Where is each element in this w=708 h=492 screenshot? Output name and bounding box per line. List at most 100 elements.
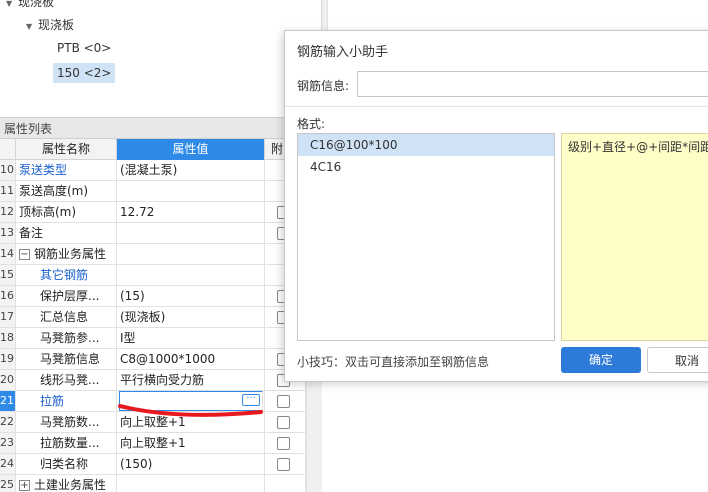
table-row[interactable]: 10 泵送类型 (混凝土泵) bbox=[0, 160, 306, 181]
property-name-text: 钢筋业务属性 bbox=[34, 247, 107, 261]
property-name: 归类名称 bbox=[16, 454, 117, 474]
property-value[interactable]: 向上取整+1 bbox=[117, 412, 265, 432]
expand-arrow-icon[interactable]: ▼ bbox=[26, 17, 38, 37]
property-value[interactable]: 平行横向受力筋 bbox=[117, 370, 265, 390]
property-name: 泵送类型 bbox=[16, 160, 117, 180]
table-row[interactable]: 11 泵送高度(m) bbox=[0, 181, 306, 202]
expand-icon[interactable]: + bbox=[19, 480, 30, 491]
table-row[interactable]: 15 其它钢筋 bbox=[0, 265, 306, 286]
attach-cell bbox=[265, 412, 306, 432]
row-number: 18 bbox=[0, 328, 16, 348]
header-num bbox=[0, 139, 16, 160]
property-value[interactable]: 向上取整+1 bbox=[117, 433, 265, 453]
format-item[interactable]: C16@100*100 bbox=[298, 134, 554, 156]
property-name-text: 线形马凳... bbox=[40, 373, 100, 387]
property-rows: 10 泵送类型 (混凝土泵) 11 泵送高度(m) 12 顶标高(m) 12.72 13 备注 14… bbox=[0, 160, 306, 492]
property-name-text: 泵送类型 bbox=[19, 163, 68, 177]
attach-checkbox[interactable] bbox=[277, 437, 290, 450]
property-value[interactable]: 12.72 bbox=[117, 202, 265, 222]
attach-checkbox[interactable] bbox=[277, 416, 290, 429]
property-name: 汇总信息 bbox=[16, 307, 117, 327]
property-name: + 土建业务属性 bbox=[16, 475, 117, 492]
property-name: 马凳筋信息 bbox=[16, 349, 117, 369]
row-number: 13 bbox=[0, 223, 16, 243]
property-name-text: 泵送高度(m) bbox=[19, 184, 89, 198]
property-name-text: 拉筋数量... bbox=[40, 436, 100, 450]
tree-node-150[interactable]: 150 <2> bbox=[53, 63, 116, 83]
property-value[interactable]: (150) bbox=[117, 454, 265, 474]
property-name-text: 汇总信息 bbox=[40, 310, 89, 324]
expand-arrow-icon[interactable]: ▼ bbox=[6, 0, 18, 14]
property-name: 拉筋数量... bbox=[16, 433, 117, 453]
table-row[interactable]: 16 保护层厚... (15) bbox=[0, 286, 306, 307]
tree-node-category[interactable]: ▼ 现浇板 bbox=[26, 15, 74, 35]
table-row[interactable]: 12 顶标高(m) 12.72 bbox=[0, 202, 306, 223]
property-value[interactable]: (15) bbox=[117, 286, 265, 306]
attach-checkbox[interactable] bbox=[277, 395, 290, 408]
row-number: 23 bbox=[0, 433, 16, 453]
row-number: 16 bbox=[0, 286, 16, 306]
table-row[interactable]: 13 备注 bbox=[0, 223, 306, 244]
property-value[interactable]: (混凝土泵) bbox=[117, 160, 265, 180]
format-item[interactable]: 4C16 bbox=[298, 156, 554, 178]
row-number: 15 bbox=[0, 265, 16, 285]
property-name-text: 马凳筋参... bbox=[40, 331, 100, 345]
tree-node-ptb[interactable]: PTB <0> bbox=[57, 38, 111, 58]
property-name-text: 土建业务属性 bbox=[34, 478, 107, 492]
property-value[interactable] bbox=[117, 475, 265, 492]
property-value[interactable]: (现浇板) bbox=[117, 307, 265, 327]
attach-cell bbox=[265, 475, 306, 492]
cancel-button[interactable]: 取消 bbox=[647, 347, 708, 373]
rebar-info-label: 钢筋信息: bbox=[297, 79, 350, 93]
table-row[interactable]: 23 拉筋数量... 向上取整+1 bbox=[0, 433, 306, 454]
table-row[interactable]: 22 马凳筋数... 向上取整+1 bbox=[0, 412, 306, 433]
table-row[interactable]: 24 归类名称 (150) bbox=[0, 454, 306, 475]
attach-checkbox[interactable] bbox=[277, 458, 290, 471]
property-value[interactable]: C8@1000*1000 bbox=[117, 349, 265, 369]
property-value-editor[interactable]: ··· bbox=[119, 391, 263, 411]
property-name: 其它钢筋 bbox=[16, 265, 117, 285]
row-number: 20 bbox=[0, 370, 16, 390]
format-label: 格式: bbox=[297, 117, 326, 131]
tree-node-label: 现浇板 bbox=[18, 0, 55, 9]
rebar-info-input[interactable] bbox=[357, 71, 708, 97]
row-number: 19 bbox=[0, 349, 16, 369]
table-row[interactable]: 17 汇总信息 (现浇板) bbox=[0, 307, 306, 328]
table-row[interactable]: 18 马凳筋参... Ⅰ型 bbox=[0, 328, 306, 349]
attach-cell bbox=[265, 454, 306, 474]
property-name: − 钢筋业务属性 bbox=[16, 244, 117, 264]
property-name: 顶标高(m) bbox=[16, 202, 117, 222]
header-name: 属性名称 bbox=[16, 139, 117, 160]
table-row[interactable]: 19 马凳筋信息 C8@1000*1000 bbox=[0, 349, 306, 370]
tip-text: 小技巧：双击可直接添加至钢筋信息 bbox=[297, 355, 490, 369]
property-value[interactable] bbox=[117, 265, 265, 285]
attach-cell bbox=[265, 433, 306, 453]
property-value[interactable] bbox=[117, 244, 265, 264]
property-name: 马凳筋数... bbox=[16, 412, 117, 432]
row-number: 11 bbox=[0, 181, 16, 201]
table-row[interactable]: 21 拉筋 ··· bbox=[0, 391, 306, 412]
table-row[interactable]: 25 + 土建业务属性 bbox=[0, 475, 306, 492]
property-name-text: 马凳筋数... bbox=[40, 415, 100, 429]
ellipsis-button[interactable]: ··· bbox=[242, 394, 260, 406]
component-tree: ▼ 现浇板 ▼ 现浇板 PTB <0> 150 <2> bbox=[0, 0, 322, 104]
table-row[interactable]: 20 线形马凳... 平行横向受力筋 bbox=[0, 370, 306, 391]
table-row[interactable]: 14− 钢筋业务属性 bbox=[0, 244, 306, 265]
ok-button[interactable]: 确定 bbox=[561, 347, 641, 373]
property-value[interactable] bbox=[117, 181, 265, 201]
format-list: C16@100*100 4C16 bbox=[297, 133, 555, 341]
collapse-icon[interactable]: − bbox=[19, 249, 30, 260]
table-header: 属性名称 属性值 附 bbox=[0, 139, 306, 160]
property-value[interactable]: Ⅰ型 bbox=[117, 328, 265, 348]
dialog-title: 钢筋输入小助手 bbox=[297, 45, 389, 60]
row-number: 21 bbox=[0, 391, 16, 411]
property-name-text: 保护层厚... bbox=[40, 289, 100, 303]
property-name-text: 顶标高(m) bbox=[19, 205, 77, 219]
row-number: 25 bbox=[0, 475, 16, 492]
row-number: 24 bbox=[0, 454, 16, 474]
property-panel-title: 属性列表 bbox=[0, 117, 322, 139]
row-number: 14 bbox=[0, 244, 16, 264]
property-value[interactable] bbox=[117, 223, 265, 243]
tree-node-root[interactable]: ▼ 现浇板 bbox=[6, 0, 54, 12]
property-name: 线形马凳... bbox=[16, 370, 117, 390]
